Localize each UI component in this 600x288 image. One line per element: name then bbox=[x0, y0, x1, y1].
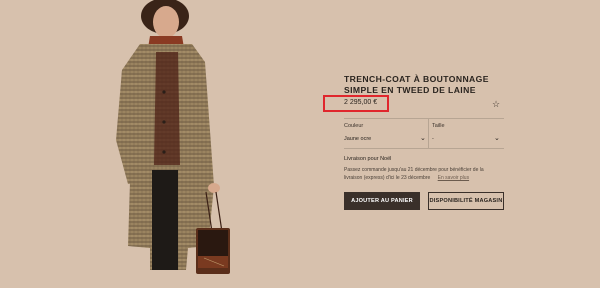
product-photo bbox=[0, 0, 330, 283]
add-to-cart-button[interactable]: AJOUTER AU PANIER bbox=[344, 192, 420, 210]
selector-divider bbox=[428, 118, 429, 148]
star-outline-icon[interactable]: ☆ bbox=[492, 99, 500, 110]
chevron-down-icon[interactable]: ⌄ bbox=[494, 134, 500, 142]
color-label: Couleur bbox=[344, 123, 364, 129]
divider-bottom bbox=[344, 148, 504, 149]
size-select[interactable]: - bbox=[432, 136, 434, 142]
chevron-down-icon[interactable]: ⌄ bbox=[420, 134, 426, 142]
learn-more-link[interactable]: En savoir plus bbox=[438, 175, 469, 181]
product-details-panel: TRENCH-COAT À BOUTONNAGE SIMPLE EN TWEED… bbox=[323, 0, 506, 283]
store-availability-button[interactable]: DISPONIBILITÉ MAGASIN bbox=[428, 192, 504, 210]
shipping-line-2: livraison (express) d'ici le 23 décembre… bbox=[344, 174, 504, 182]
color-select[interactable]: Jaune ocre bbox=[344, 136, 371, 142]
shipping-title: Livraison pour Noël bbox=[344, 156, 392, 162]
product-price: 2 295,00 € bbox=[344, 99, 378, 106]
product-title-line-1: TRENCH-COAT À BOUTONNAGE bbox=[344, 74, 489, 84]
size-label: Taille bbox=[432, 123, 445, 129]
shipping-line-1: Passez commande jusqu'au 21 décembre pou… bbox=[344, 167, 484, 173]
shipping-text: Passez commande jusqu'au 21 décembre pou… bbox=[344, 166, 504, 182]
shipping-line-2-text: livraison (express) d'ici le 23 décembre bbox=[344, 175, 431, 181]
product-title: TRENCH-COAT À BOUTONNAGE SIMPLE EN TWEED… bbox=[344, 74, 506, 96]
divider-top bbox=[344, 118, 504, 119]
